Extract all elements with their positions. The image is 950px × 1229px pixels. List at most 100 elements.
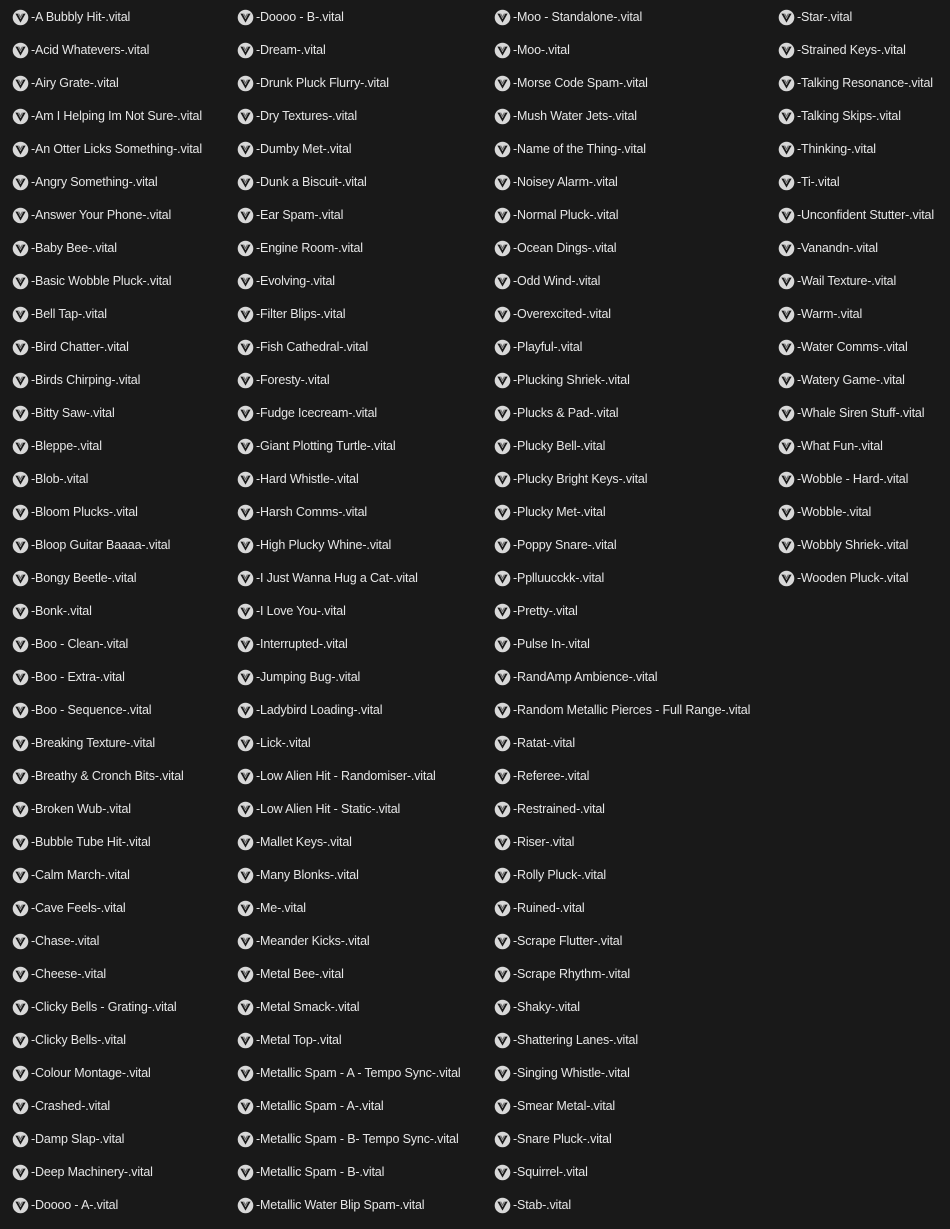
file-item[interactable]: -Metal Top-.vital <box>237 1024 492 1057</box>
file-item[interactable]: -Bell Tap-.vital <box>12 298 234 331</box>
file-item[interactable]: -Unconfident Stutter-.vital <box>778 199 950 232</box>
file-item[interactable]: -Star-.vital <box>778 1 950 34</box>
file-item[interactable]: -Low Alien Hit - Randomiser-.vital <box>237 760 492 793</box>
file-item[interactable]: -Name of the Thing-.vital <box>494 133 776 166</box>
file-item[interactable]: -Bird Chatter-.vital <box>12 331 234 364</box>
file-item[interactable]: -Plucky Bell-.vital <box>494 430 776 463</box>
file-item[interactable]: -Calm March-.vital <box>12 859 234 892</box>
file-item[interactable]: -Broken Wub-.vital <box>12 793 234 826</box>
file-item[interactable]: -Breaking Texture-.vital <box>12 727 234 760</box>
file-item[interactable]: -Smear Metal-.vital <box>494 1090 776 1123</box>
file-item[interactable]: -Vanandn-.vital <box>778 232 950 265</box>
file-item[interactable]: -Ruined-.vital <box>494 892 776 925</box>
file-item[interactable]: -Watery Game-.vital <box>778 364 950 397</box>
file-item[interactable]: -Normal Pluck-.vital <box>494 199 776 232</box>
file-item[interactable]: -Low Alien Hit - Static-.vital <box>237 793 492 826</box>
file-item[interactable]: -Dumby Met-.vital <box>237 133 492 166</box>
file-item[interactable]: -Bubble Tube Hit-.vital <box>12 826 234 859</box>
file-item[interactable]: -Metallic Spam - B-.vital <box>237 1156 492 1189</box>
file-item[interactable]: -Wobble-.vital <box>778 496 950 529</box>
file-item[interactable]: -Ratat-.vital <box>494 727 776 760</box>
file-item[interactable]: -Wobble - Hard-.vital <box>778 463 950 496</box>
file-item[interactable]: -Pplluucckk-.vital <box>494 562 776 595</box>
file-item[interactable]: -Drunk Pluck Flurry-.vital <box>237 67 492 100</box>
file-item[interactable]: -Plucking Shriek-.vital <box>494 364 776 397</box>
file-item[interactable]: -Wail Texture-.vital <box>778 265 950 298</box>
file-item[interactable]: -Shaky-.vital <box>494 991 776 1024</box>
file-item[interactable]: -Blob-.vital <box>12 463 234 496</box>
file-item[interactable]: -Giant Plotting Turtle-.vital <box>237 430 492 463</box>
file-item[interactable]: -Interrupted-.vital <box>237 628 492 661</box>
file-item[interactable]: -Am I Helping Im Not Sure-.vital <box>12 100 234 133</box>
file-item[interactable]: -Filter Blips-.vital <box>237 298 492 331</box>
file-item[interactable]: -Strained Keys-.vital <box>778 34 950 67</box>
file-item[interactable]: -Cave Feels-.vital <box>12 892 234 925</box>
file-item[interactable]: -Acid Whatevers-.vital <box>12 34 234 67</box>
file-item[interactable]: -Ti-.vital <box>778 166 950 199</box>
file-item[interactable]: -Scrape Flutter-.vital <box>494 925 776 958</box>
file-item[interactable]: -Singing Whistle-.vital <box>494 1057 776 1090</box>
file-item[interactable]: -Restrained-.vital <box>494 793 776 826</box>
file-item[interactable]: -Talking Resonance-.vital <box>778 67 950 100</box>
file-item[interactable]: -Boo - Clean-.vital <box>12 628 234 661</box>
file-item[interactable]: -Plucky Met-.vital <box>494 496 776 529</box>
file-item[interactable]: -Many Blonks-.vital <box>237 859 492 892</box>
file-item[interactable]: -Me-.vital <box>237 892 492 925</box>
file-item[interactable]: -Boo - Sequence-.vital <box>12 694 234 727</box>
file-item[interactable]: -Bleppe-.vital <box>12 430 234 463</box>
file-item[interactable]: -RandAmp Ambience-.vital <box>494 661 776 694</box>
file-item[interactable]: -Moo - Standalone-.vital <box>494 1 776 34</box>
file-item[interactable]: -Deep Machinery-.vital <box>12 1156 234 1189</box>
file-item[interactable]: -Metallic Spam - A - Tempo Sync-.vital <box>237 1057 492 1090</box>
file-item[interactable]: -Bitty Saw-.vital <box>12 397 234 430</box>
file-item[interactable]: -Ladybird Loading-.vital <box>237 694 492 727</box>
file-item[interactable]: -Random Metallic Pierces - Full Range-.v… <box>494 694 776 727</box>
file-item[interactable]: -Meander Kicks-.vital <box>237 925 492 958</box>
file-item[interactable]: -Ocean Dings-.vital <box>494 232 776 265</box>
file-item[interactable]: -Referee-.vital <box>494 760 776 793</box>
file-item[interactable]: -Basic Wobble Pluck-.vital <box>12 265 234 298</box>
file-item[interactable]: -Plucks & Pad-.vital <box>494 397 776 430</box>
file-item[interactable]: -Metal Smack-.vital <box>237 991 492 1024</box>
file-item[interactable]: -Evolving-.vital <box>237 265 492 298</box>
file-item[interactable]: -Overexcited-.vital <box>494 298 776 331</box>
file-item[interactable]: -Fish Cathedral-.vital <box>237 331 492 364</box>
file-item[interactable]: -Mush Water Jets-.vital <box>494 100 776 133</box>
file-item[interactable]: -Bongy Beetle-.vital <box>12 562 234 595</box>
file-item[interactable]: -Mallet Keys-.vital <box>237 826 492 859</box>
file-item[interactable]: -Squirrel-.vital <box>494 1156 776 1189</box>
file-item[interactable]: -Cheese-.vital <box>12 958 234 991</box>
file-item[interactable]: -Dry Textures-.vital <box>237 100 492 133</box>
file-item[interactable]: -Colour Montage-.vital <box>12 1057 234 1090</box>
file-item[interactable]: -Pretty-.vital <box>494 595 776 628</box>
file-item[interactable]: -Doooo - A-.vital <box>12 1189 234 1222</box>
file-item[interactable]: -Doooo - B-.vital <box>237 1 492 34</box>
file-item[interactable]: -Metallic Water Blip Spam-.vital <box>237 1189 492 1222</box>
file-item[interactable]: -Talking Skips-.vital <box>778 100 950 133</box>
file-item[interactable]: -Warm-.vital <box>778 298 950 331</box>
file-item[interactable]: -Hard Whistle-.vital <box>237 463 492 496</box>
file-item[interactable]: -Morse Code Spam-.vital <box>494 67 776 100</box>
file-item[interactable]: -Shattering Lanes-.vital <box>494 1024 776 1057</box>
file-item[interactable]: -Birds Chirping-.vital <box>12 364 234 397</box>
file-item[interactable]: -What Fun-.vital <box>778 430 950 463</box>
file-item[interactable]: -Wobbly Shriek-.vital <box>778 529 950 562</box>
file-item[interactable]: -Answer Your Phone-.vital <box>12 199 234 232</box>
file-item[interactable]: -Riser-.vital <box>494 826 776 859</box>
file-item[interactable]: -Metallic Spam - B- Tempo Sync-.vital <box>237 1123 492 1156</box>
file-item[interactable]: -Water Comms-.vital <box>778 331 950 364</box>
file-item[interactable]: -Baby Bee-.vital <box>12 232 234 265</box>
file-item[interactable]: -Stab-.vital <box>494 1189 776 1222</box>
file-item[interactable]: -Snare Pluck-.vital <box>494 1123 776 1156</box>
file-item[interactable]: -Playful-.vital <box>494 331 776 364</box>
file-item[interactable]: -Moo-.vital <box>494 34 776 67</box>
file-item[interactable]: -Crashed-.vital <box>12 1090 234 1123</box>
file-item[interactable]: -Metal Bee-.vital <box>237 958 492 991</box>
file-item[interactable]: -Plucky Bright Keys-.vital <box>494 463 776 496</box>
file-item[interactable]: -Pulse In-.vital <box>494 628 776 661</box>
file-item[interactable]: -Breathy & Cronch Bits-.vital <box>12 760 234 793</box>
file-item[interactable]: -Clicky Bells-.vital <box>12 1024 234 1057</box>
file-item[interactable]: -High Plucky Whine-.vital <box>237 529 492 562</box>
file-item[interactable]: -Odd Wind-.vital <box>494 265 776 298</box>
file-item[interactable]: -Lick-.vital <box>237 727 492 760</box>
